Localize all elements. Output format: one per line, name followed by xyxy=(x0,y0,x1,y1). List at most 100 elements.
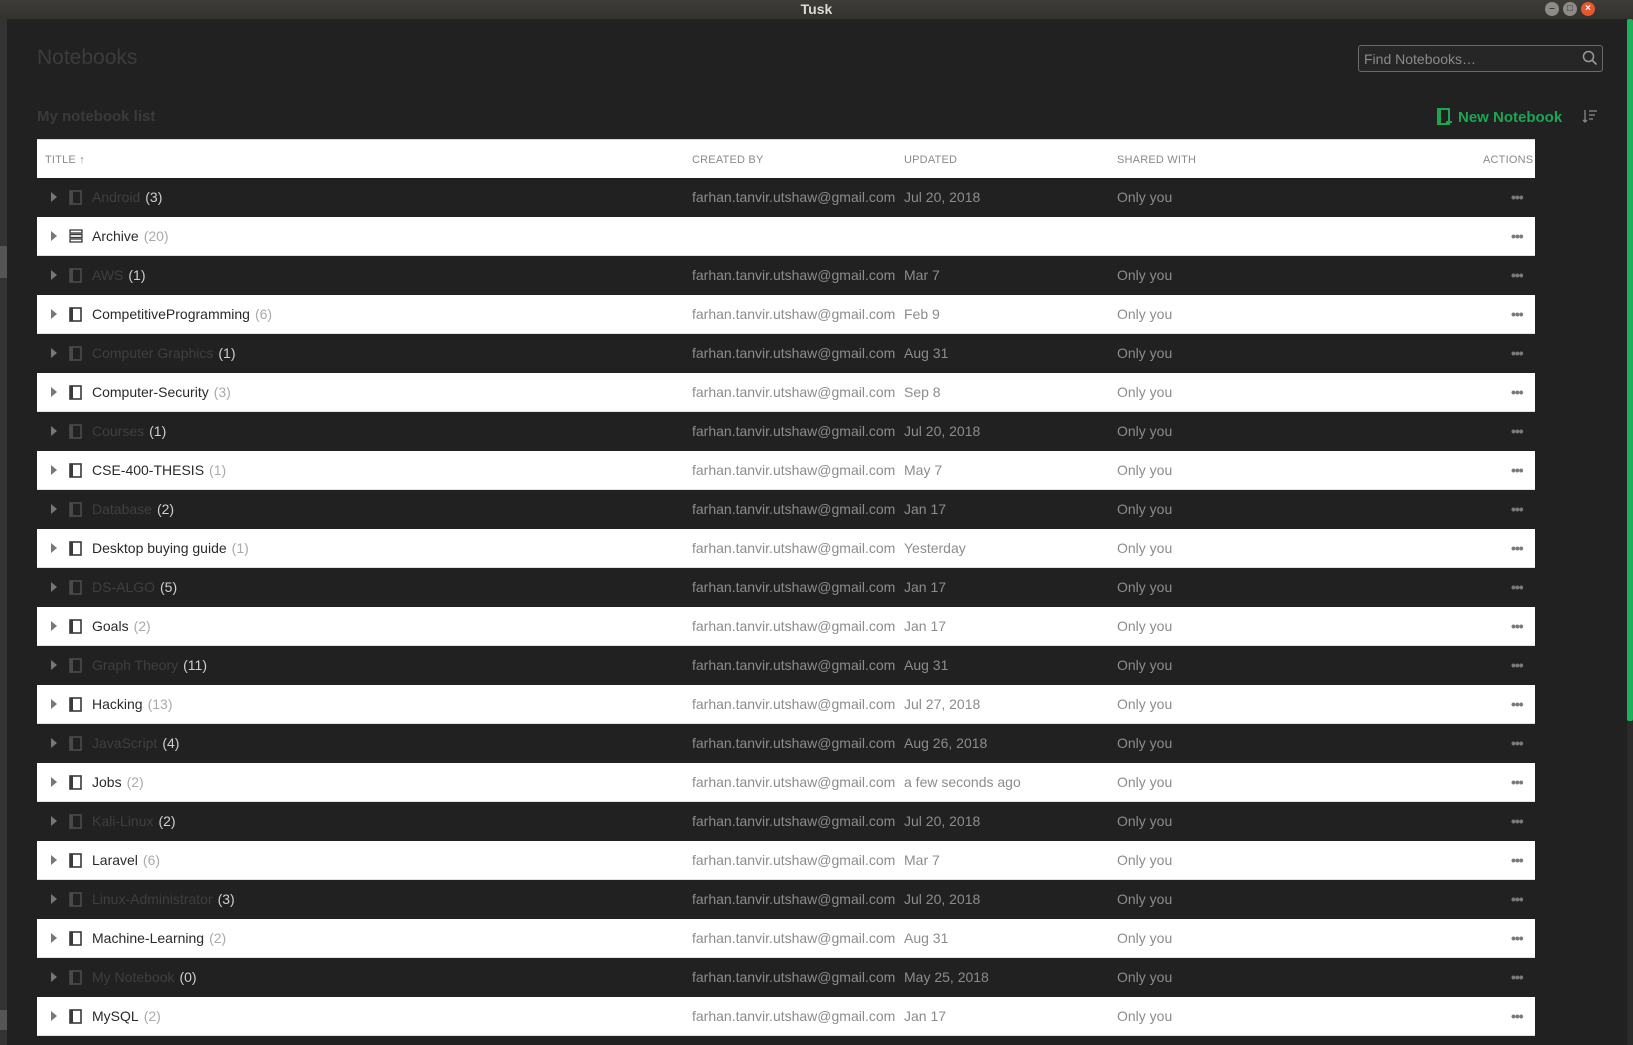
expand-caret-icon[interactable] xyxy=(51,465,57,475)
notebook-title[interactable]: MySQL (2) xyxy=(92,1008,161,1024)
table-row[interactable]: Goals (2) farhan.tanvir.utshaw@gmail.com Ja… xyxy=(37,607,1535,646)
more-actions-icon[interactable]: ••• xyxy=(1511,696,1524,712)
more-actions-icon[interactable]: ••• xyxy=(1511,618,1524,634)
more-actions-icon[interactable]: ••• xyxy=(1511,384,1524,400)
notebook-title[interactable]: Laravel (6) xyxy=(92,852,160,868)
table-row[interactable]: Kali-Linux (2) farhan.tanvir.utshaw@gmail.… xyxy=(37,802,1535,841)
table-row[interactable]: CompetitiveProgramming (6) farhan.tanvir.u… xyxy=(37,295,1535,334)
close-icon[interactable]: × xyxy=(1581,2,1595,16)
table-row[interactable]: Linux-Administrator (3) farhan.tanvir.utsh… xyxy=(37,880,1535,919)
table-row[interactable]: MySQL (2) farhan.tanvir.utshaw@gmail.com Ja… xyxy=(37,997,1535,1036)
search-box[interactable] xyxy=(1358,45,1603,72)
expand-caret-icon[interactable] xyxy=(51,972,57,982)
expand-caret-icon[interactable] xyxy=(51,582,57,592)
notebook-title[interactable]: Graph Theory (11) xyxy=(92,657,207,673)
expand-caret-icon[interactable] xyxy=(51,348,57,358)
notebook-title[interactable]: Goals (2) xyxy=(92,618,151,634)
notebook-title[interactable]: Linux-Administrator (3) xyxy=(92,891,235,907)
more-actions-icon[interactable]: ••• xyxy=(1511,345,1524,361)
more-actions-icon[interactable]: ••• xyxy=(1511,579,1524,595)
expand-caret-icon[interactable] xyxy=(51,933,57,943)
notebook-title[interactable]: Database (2) xyxy=(92,501,174,517)
notebook-title[interactable]: Desktop buying guide (1) xyxy=(92,540,249,556)
maximize-icon[interactable]: □ xyxy=(1563,2,1577,16)
expand-caret-icon[interactable] xyxy=(51,777,57,787)
notebook-title[interactable]: Jobs (2) xyxy=(92,774,144,790)
more-actions-icon[interactable]: ••• xyxy=(1511,189,1524,205)
expand-caret-icon[interactable] xyxy=(51,309,57,319)
notebook-title[interactable]: Kali-Linux (2) xyxy=(92,813,176,829)
notebook-title[interactable]: Courses (1) xyxy=(92,423,166,439)
notebook-title[interactable]: Android (3) xyxy=(92,189,162,205)
table-row[interactable]: Jobs (2) farhan.tanvir.utshaw@gmail.com a f… xyxy=(37,763,1535,802)
table-row[interactable]: JavaScript (4) farhan.tanvir.utshaw@gmail.… xyxy=(37,724,1535,763)
table-row[interactable]: AWS (1) farhan.tanvir.utshaw@gmail.com Mar … xyxy=(37,256,1535,295)
more-actions-icon[interactable]: ••• xyxy=(1511,1008,1524,1024)
more-actions-icon[interactable]: ••• xyxy=(1511,852,1524,868)
more-actions-icon[interactable]: ••• xyxy=(1511,969,1524,985)
table-row[interactable]: CSE-400-THESIS (1) farhan.tanvir.utshaw@gm… xyxy=(37,451,1535,490)
more-actions-icon[interactable]: ••• xyxy=(1511,501,1524,517)
notebook-title[interactable]: DS-ALGO (5) xyxy=(92,579,177,595)
expand-caret-icon[interactable] xyxy=(51,699,57,709)
table-row[interactable]: Machine-Learning (2) farhan.tanvir.utshaw@… xyxy=(37,919,1535,958)
new-notebook-button[interactable]: New Notebook xyxy=(1437,108,1562,126)
column-updated[interactable]: UPDATED xyxy=(904,154,957,166)
more-actions-icon[interactable]: ••• xyxy=(1511,735,1524,751)
table-row[interactable]: My Notebook (0) farhan.tanvir.utshaw@gmail… xyxy=(37,958,1535,997)
more-actions-icon[interactable]: ••• xyxy=(1511,462,1524,478)
notebook-title[interactable]: JavaScript (4) xyxy=(92,735,179,751)
notebook-title[interactable]: Machine-Learning (2) xyxy=(92,930,226,946)
expand-caret-icon[interactable] xyxy=(51,855,57,865)
table-row[interactable]: Courses (1) farhan.tanvir.utshaw@gmail.com… xyxy=(37,412,1535,451)
table-row[interactable]: Android (3) farhan.tanvir.utshaw@gmail.com… xyxy=(37,178,1535,217)
table-row[interactable]: Hacking (13) farhan.tanvir.utshaw@gmail.co… xyxy=(37,685,1535,724)
more-actions-icon[interactable]: ••• xyxy=(1511,540,1524,556)
expand-caret-icon[interactable] xyxy=(51,270,57,280)
table-row[interactable]: DS-ALGO (5) farhan.tanvir.utshaw@gmail.com… xyxy=(37,568,1535,607)
notebook-title[interactable]: Archive (20) xyxy=(92,228,169,244)
notebook-title[interactable]: My Notebook (0) xyxy=(92,969,197,985)
table-row[interactable]: Archive (20) ••• xyxy=(37,217,1535,256)
scrollbar[interactable] xyxy=(1627,19,1633,721)
sort-icon[interactable] xyxy=(1582,108,1598,129)
expand-caret-icon[interactable] xyxy=(51,504,57,514)
expand-caret-icon[interactable] xyxy=(51,894,57,904)
expand-caret-icon[interactable] xyxy=(51,1011,57,1021)
table-row[interactable]: Database (2) farhan.tanvir.utshaw@gmail.co… xyxy=(37,490,1535,529)
notebook-title[interactable]: Hacking (13) xyxy=(92,696,173,712)
more-actions-icon[interactable]: ••• xyxy=(1511,306,1524,322)
table-row[interactable]: Graph Theory (11) farhan.tanvir.utshaw@gma… xyxy=(37,646,1535,685)
more-actions-icon[interactable]: ••• xyxy=(1511,930,1524,946)
expand-caret-icon[interactable] xyxy=(51,660,57,670)
column-shared-with[interactable]: SHARED WITH xyxy=(1117,154,1196,166)
more-actions-icon[interactable]: ••• xyxy=(1511,813,1524,829)
table-row[interactable]: Computer-Security (3) farhan.tanvir.utshaw… xyxy=(37,373,1535,412)
expand-caret-icon[interactable] xyxy=(51,738,57,748)
notebook-title[interactable]: AWS (1) xyxy=(92,267,146,283)
table-row[interactable]: Laravel (6) farhan.tanvir.utshaw@gmail.com… xyxy=(37,841,1535,880)
expand-caret-icon[interactable] xyxy=(51,543,57,553)
column-created-by[interactable]: CREATED BY xyxy=(692,154,763,166)
notebook-title[interactable]: Computer-Security (3) xyxy=(92,384,231,400)
expand-caret-icon[interactable] xyxy=(51,816,57,826)
more-actions-icon[interactable]: ••• xyxy=(1511,267,1524,283)
more-actions-icon[interactable]: ••• xyxy=(1511,774,1524,790)
expand-caret-icon[interactable] xyxy=(51,426,57,436)
notebook-title[interactable]: Computer Graphics (1) xyxy=(92,345,236,361)
expand-caret-icon[interactable] xyxy=(51,192,57,202)
table-row[interactable]: Desktop buying guide (1) farhan.tanvir.uts… xyxy=(37,529,1535,568)
expand-caret-icon[interactable] xyxy=(51,231,57,241)
search-icon[interactable] xyxy=(1582,50,1598,71)
table-row[interactable]: Computer Graphics (1) farhan.tanvir.utshaw… xyxy=(37,334,1535,373)
minimize-icon[interactable]: – xyxy=(1545,2,1559,16)
expand-caret-icon[interactable] xyxy=(51,387,57,397)
notebook-title[interactable]: CompetitiveProgramming (6) xyxy=(92,306,272,322)
column-title[interactable]: TITLE ↑ xyxy=(45,154,85,166)
search-input[interactable] xyxy=(1364,49,1564,68)
more-actions-icon[interactable]: ••• xyxy=(1511,423,1524,439)
notebook-title[interactable]: CSE-400-THESIS (1) xyxy=(92,462,226,478)
more-actions-icon[interactable]: ••• xyxy=(1511,657,1524,673)
more-actions-icon[interactable]: ••• xyxy=(1511,891,1524,907)
more-actions-icon[interactable]: ••• xyxy=(1511,228,1524,244)
